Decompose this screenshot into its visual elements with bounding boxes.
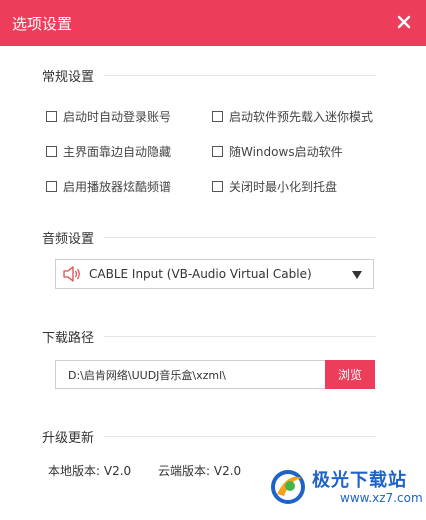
option-auto-login[interactable]: 启动时自动登录账号: [46, 108, 171, 125]
option-label: 随Windows启动软件: [229, 145, 343, 159]
section-divider: [104, 436, 376, 437]
option-label: 启动时自动登录账号: [63, 110, 172, 124]
option-preload-mini-mode[interactable]: 启动软件预先载入迷你模式: [212, 108, 373, 125]
option-label: 关闭时最小化到托盘: [229, 180, 338, 194]
section-divider: [104, 237, 376, 238]
option-start-with-windows[interactable]: 随Windows启动软件: [212, 143, 343, 160]
option-label: 启动软件预先载入迷你模式: [229, 110, 374, 124]
checkbox[interactable]: [46, 111, 57, 122]
cloud-version: 云端版本: V2.0: [158, 464, 242, 478]
section-general-title: 常规设置: [42, 70, 95, 85]
browse-button[interactable]: 浏览: [325, 360, 375, 389]
triangle-down-icon[interactable]: [352, 271, 362, 279]
checkbox[interactable]: [212, 111, 223, 122]
section-update-title: 升级更新: [42, 431, 95, 446]
window-title: 选项设置: [12, 15, 73, 33]
audio-device-select[interactable]: CABLE Input (VB-Audio Virtual Cable): [55, 259, 374, 289]
title-bar: 选项设置: [0, 0, 426, 46]
close-button[interactable]: [392, 10, 416, 34]
option-minimize-to-tray[interactable]: 关闭时最小化到托盘: [212, 178, 337, 195]
watermark: 极光下载站 www.xz7.com: [268, 466, 423, 512]
audio-device-value: CABLE Input (VB-Audio Virtual Cable): [89, 267, 312, 281]
checkbox[interactable]: [46, 181, 57, 192]
watermark-url: www.xz7.com: [340, 491, 423, 505]
option-label: 主界面靠边自动隐藏: [63, 145, 172, 159]
close-icon: [397, 15, 411, 29]
checkbox[interactable]: [46, 146, 57, 157]
download-path-input[interactable]: D:\启肯网络\UUDJ音乐盒\xzml\: [55, 360, 325, 389]
checkbox[interactable]: [212, 181, 223, 192]
local-version: 本地版本: V2.0: [48, 464, 132, 478]
section-divider: [104, 336, 376, 337]
option-spectrum[interactable]: 启用播放器炫酷频谱: [46, 178, 171, 195]
option-label: 启用播放器炫酷频谱: [63, 180, 172, 194]
watermark-name: 极光下载站: [312, 470, 407, 491]
option-auto-hide-edge[interactable]: 主界面靠边自动隐藏: [46, 143, 171, 160]
section-audio-title: 音频设置: [42, 232, 95, 247]
section-download-title: 下载路径: [42, 331, 95, 346]
speaker-icon: [63, 266, 80, 282]
checkbox[interactable]: [212, 146, 223, 157]
section-divider: [104, 75, 376, 76]
watermark-logo-icon: [271, 470, 305, 504]
